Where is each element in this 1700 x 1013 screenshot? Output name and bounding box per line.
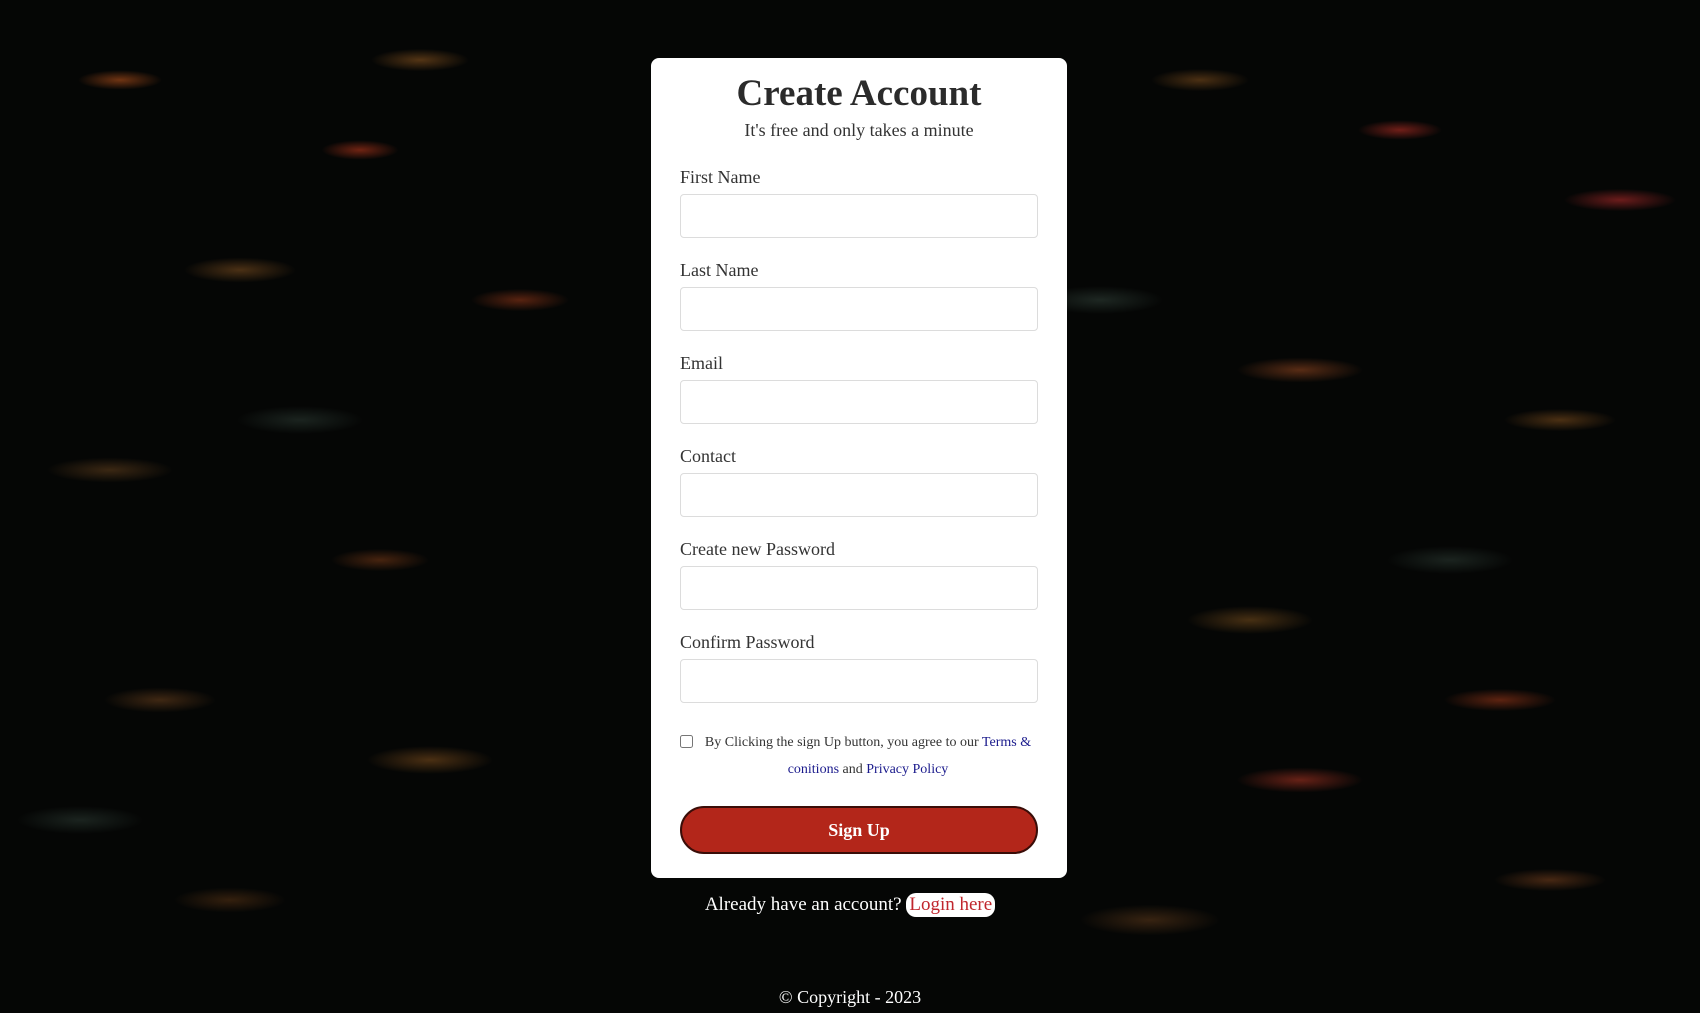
confirm-password-label: Confirm Password (680, 632, 815, 653)
confirm-password-field: Confirm Password (680, 632, 1038, 704)
confirm-password-input[interactable] (680, 659, 1038, 704)
new-password-field: Create new Password (680, 539, 1038, 611)
last-name-input[interactable] (680, 287, 1038, 332)
privacy-policy-link[interactable]: Privacy Policy (866, 762, 948, 777)
contact-field: Contact (680, 446, 1038, 518)
last-name-field: Last Name (680, 260, 1038, 332)
agreement-text: By Clicking the sign Up button, you agre… (704, 735, 979, 751)
email-field: Email (680, 353, 1038, 425)
page-title: Create Account (736, 73, 982, 114)
first-name-label: First Name (680, 167, 761, 188)
email-label: Email (680, 353, 723, 374)
contact-input[interactable] (680, 473, 1038, 518)
first-name-field: First Name (680, 167, 1038, 239)
signup-card: Create Account It's free and only takes … (651, 58, 1067, 878)
terms-agreement: By Clicking the sign Up button, you agre… (680, 729, 1038, 783)
login-prompt-row: Already have an account? Login here (0, 893, 1700, 917)
email-input[interactable] (680, 380, 1038, 425)
new-password-label: Create new Password (680, 539, 835, 560)
first-name-input[interactable] (680, 194, 1038, 239)
sign-up-button[interactable]: Sign Up (680, 806, 1038, 855)
signup-page: { "form": { "title": "Create Account", "… (0, 0, 1700, 1013)
last-name-label: Last Name (680, 260, 759, 281)
terms-checkbox[interactable] (680, 735, 693, 749)
agreement-and-text: and (842, 762, 863, 778)
new-password-input[interactable] (680, 566, 1038, 611)
page-subtitle: It's free and only takes a minute (744, 120, 974, 141)
footer-copyright: © Copyright - 2023 (778, 987, 922, 1007)
login-prompt-text: Already have an account? (704, 894, 902, 915)
contact-label: Contact (680, 446, 736, 467)
login-link[interactable]: Login here (906, 893, 996, 917)
